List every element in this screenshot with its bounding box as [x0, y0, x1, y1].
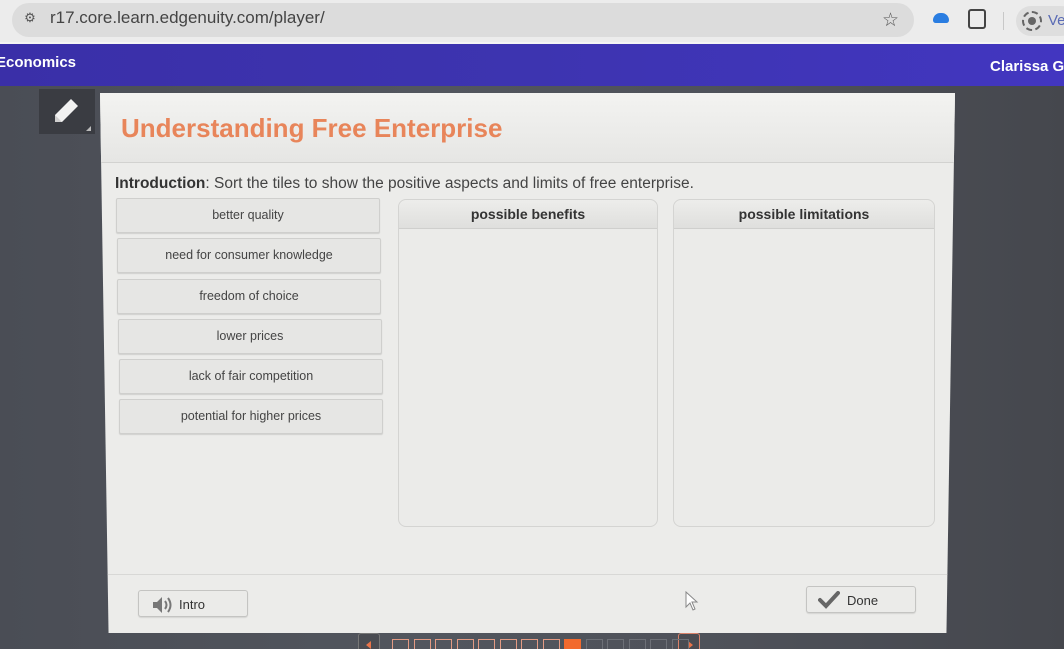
site-settings-icon[interactable]: ⚙: [22, 10, 38, 26]
browser-toolbar: ⚙ r17.core.learn.edgenuity.com/player/ ☆…: [0, 0, 1064, 42]
arrow-right-icon: [688, 641, 693, 649]
pencil-icon: [55, 99, 78, 122]
zone-header-limitations: possible limitations: [674, 200, 934, 229]
arrow-left-icon: [366, 641, 371, 649]
pager-page-1[interactable]: [392, 639, 409, 649]
footer-divider: [100, 574, 955, 575]
intro-button[interactable]: Intro: [138, 590, 248, 617]
activity-title: Understanding Free Enterprise: [121, 113, 503, 143]
previous-page-button[interactable]: [358, 633, 380, 649]
tile-potential-for-higher-prices[interactable]: potential for higher prices: [119, 399, 383, 434]
pager-page-11[interactable]: [607, 639, 624, 649]
profile-icon[interactable]: [1022, 11, 1042, 31]
tile-lack-of-fair-competition[interactable]: lack of fair competition: [119, 359, 383, 394]
activity-panel: Understanding Free Enterprise Introducti…: [100, 93, 955, 633]
pager-page-5[interactable]: [478, 639, 495, 649]
cloud-icon[interactable]: [933, 13, 949, 23]
panel-header: Understanding Free Enterprise: [100, 93, 955, 163]
zone-header-benefits: possible benefits: [399, 200, 657, 229]
instructions: Introduction: Sort the tiles to show the…: [115, 175, 694, 193]
checkmark-icon: [818, 591, 840, 609]
mouse-cursor-icon: [685, 591, 699, 611]
course-title: Economics: [0, 54, 77, 71]
pencil-tool-button[interactable]: [39, 89, 95, 134]
pager-page-3[interactable]: [435, 639, 452, 649]
pager-page-2[interactable]: [413, 639, 431, 649]
done-button[interactable]: Done: [806, 586, 916, 613]
pager-page-13[interactable]: [650, 639, 667, 649]
drop-zone-benefits[interactable]: possible benefits: [398, 199, 658, 527]
tile-lower-prices[interactable]: lower prices: [118, 319, 382, 354]
dropdown-corner-icon: [86, 126, 91, 131]
intro-label: Introduction: [115, 175, 206, 192]
tile-freedom-of-choice[interactable]: freedom of choice: [117, 279, 381, 314]
tile-need-for-consumer-knowledge[interactable]: need for consumer knowledge: [117, 238, 381, 273]
pager-page-14[interactable]: [671, 639, 689, 649]
activity-pager: [358, 633, 708, 649]
pager-page-10[interactable]: [585, 639, 603, 649]
bookmark-star-icon[interactable]: ☆: [882, 9, 899, 32]
pager-page-7[interactable]: [521, 639, 538, 649]
pager-page-4[interactable]: [456, 639, 474, 649]
user-name[interactable]: Clarissa Go: [990, 58, 1064, 75]
pager-page-8[interactable]: [542, 639, 560, 649]
toolbar-divider: [1003, 12, 1004, 30]
course-header: Economics Clarissa Go: [0, 42, 1064, 86]
pager-page-9[interactable]: [564, 639, 581, 649]
intro-text: : Sort the tiles to show the positive as…: [205, 175, 694, 192]
extensions-icon[interactable]: [968, 9, 986, 29]
done-button-label: Done: [847, 593, 879, 608]
intro-button-label: Intro: [179, 597, 206, 612]
speaker-icon: [153, 597, 172, 613]
drop-zone-limitations[interactable]: possible limitations: [673, 199, 935, 527]
url-text[interactable]: r17.core.learn.edgenuity.com/player/: [50, 8, 325, 28]
profile-label[interactable]: Ver: [1048, 12, 1064, 29]
pager-page-6[interactable]: [499, 639, 517, 649]
pager-page-12[interactable]: [628, 639, 646, 649]
tile-better-quality[interactable]: better quality: [116, 198, 380, 233]
